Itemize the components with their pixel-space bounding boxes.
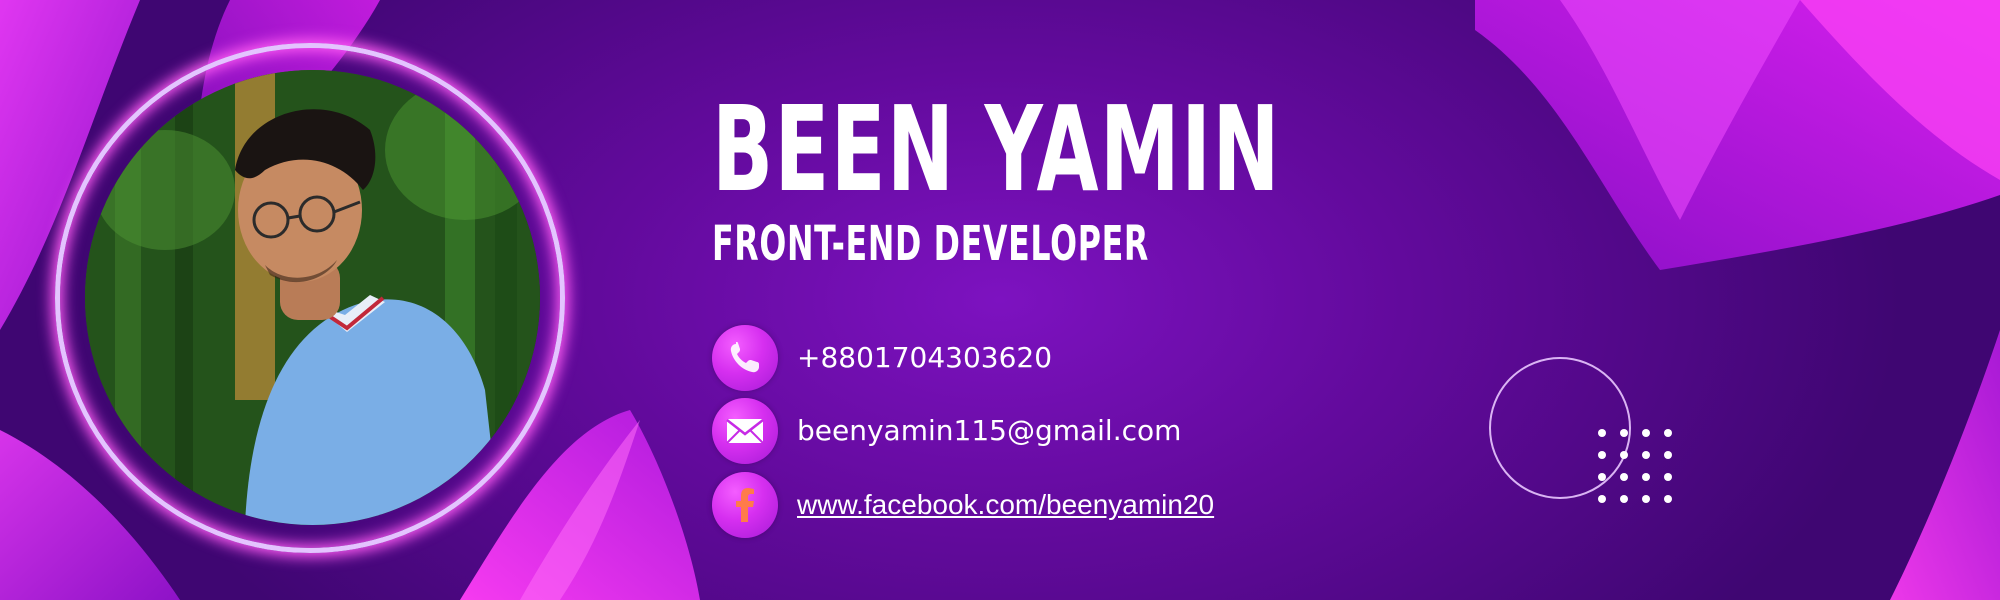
dot-grid-decoration (1598, 425, 1678, 505)
phone-number: +8801704303620 (797, 341, 1053, 374)
facebook-link[interactable]: www.facebook.com/beenyamin20 (797, 472, 1214, 538)
phone-icon (712, 325, 778, 391)
contact-phone: +8801704303620 (712, 325, 1412, 391)
mail-icon (712, 398, 778, 464)
avatar-illustration (85, 70, 540, 525)
facebook-icon (712, 472, 778, 538)
email-address: beenyamin115@gmail.com (797, 414, 1182, 447)
bottom-right-ribbon (1890, 330, 2000, 600)
contact-facebook: www.facebook.com/beenyamin20 (712, 472, 1412, 538)
avatar (85, 70, 540, 525)
contact-email: beenyamin115@gmail.com (712, 398, 1412, 464)
profile-title: FRONT-END DEVELOPER (712, 216, 1149, 272)
profile-name: BEEN YAMIN (712, 80, 1281, 218)
profile-banner: BEEN YAMIN FRONT-END DEVELOPER +88017043… (0, 0, 2000, 600)
